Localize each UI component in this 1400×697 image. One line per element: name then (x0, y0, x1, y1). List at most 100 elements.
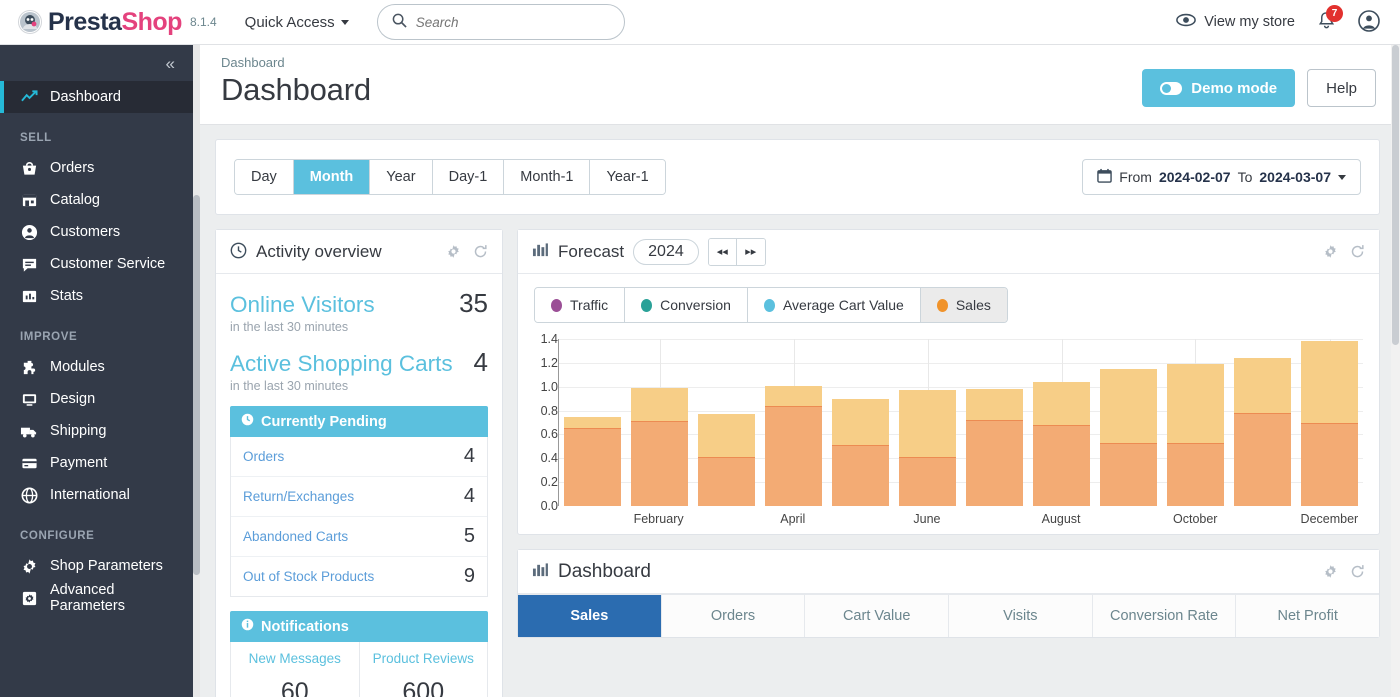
dashboard-panel-title: Dashboard (558, 561, 651, 583)
list-item[interactable]: New Messages 60 (231, 642, 360, 697)
main-scrollbar-thumb[interactable] (1392, 45, 1399, 345)
pending-label[interactable]: Out of Stock Products (243, 569, 374, 584)
demo-mode-toggle-button[interactable]: Demo mode (1142, 69, 1295, 107)
table-row[interactable]: Abandoned Carts 5 (231, 517, 487, 557)
help-button[interactable]: Help (1307, 69, 1376, 107)
top-navigation-bar: PrestaShop 8.1.4 Quick Access View my st… (0, 0, 1400, 45)
sidebar-item-customer-service[interactable]: Customer Service (0, 248, 193, 280)
sidebar-item-design[interactable]: Design (0, 383, 193, 415)
legend-item-average-cart-value[interactable]: Average Cart Value (748, 288, 921, 322)
search-input[interactable] (416, 15, 610, 30)
page-header-actions: Demo mode Help (1142, 69, 1376, 107)
chart-bar[interactable] (832, 399, 888, 506)
sidebar-item-advanced-parameters[interactable]: Advanced Parameters (0, 582, 193, 614)
search-icon (392, 13, 407, 31)
sidebar-item-payment[interactable]: Payment (0, 447, 193, 479)
sidebar-item-shop-parameters[interactable]: Shop Parameters (0, 550, 193, 582)
refresh-icon[interactable] (473, 244, 488, 259)
gear-box-icon (20, 590, 38, 607)
date-range-picker[interactable]: From 2024-02-07 To 2024-03-07 (1082, 159, 1361, 195)
active-carts-link[interactable]: Active Shopping Carts (230, 351, 453, 377)
chart-bar-base-segment (631, 421, 687, 506)
pending-label[interactable]: Return/Exchanges (243, 489, 354, 504)
chart-bar[interactable] (1167, 364, 1223, 506)
chart-bar[interactable] (631, 388, 687, 506)
date-preset-month-1[interactable]: Month-1 (504, 160, 590, 194)
sidebar-item-international[interactable]: International (0, 479, 193, 511)
legend-item-traffic[interactable]: Traffic (535, 288, 625, 322)
sidebar-item-modules[interactable]: Modules (0, 351, 193, 383)
tab-conversion-rate[interactable]: Conversion Rate (1093, 595, 1237, 637)
tab-cart-value[interactable]: Cart Value (805, 595, 949, 637)
legend-item-conversion[interactable]: Conversion (625, 288, 748, 322)
date-preset-year-1[interactable]: Year-1 (590, 160, 664, 194)
view-my-store-link[interactable]: View my store (1176, 13, 1295, 31)
sidebar-item-dashboard[interactable]: Dashboard (0, 81, 193, 113)
pending-label[interactable]: Orders (243, 449, 284, 464)
gear-icon[interactable] (446, 244, 461, 259)
sidebar-item-orders[interactable]: Orders (0, 152, 193, 184)
sidebar-item-catalog[interactable]: Catalog (0, 184, 193, 216)
gear-icon[interactable] (1323, 244, 1338, 259)
account-button[interactable] (1358, 10, 1380, 35)
table-row[interactable]: Out of Stock Products 9 (231, 557, 487, 596)
chart-bar[interactable] (1234, 358, 1290, 506)
tab-visits[interactable]: Visits (949, 595, 1093, 637)
notification-label[interactable]: New Messages (231, 651, 359, 666)
online-visitors-row: Online Visitors 35 (230, 288, 488, 319)
sidebar-item-customers[interactable]: Customers (0, 216, 193, 248)
main-scrollbar[interactable] (1391, 45, 1400, 697)
collapse-sidebar-button[interactable]: « (166, 55, 175, 72)
view-my-store-label: View my store (1204, 14, 1295, 30)
chart-bar[interactable] (1100, 369, 1156, 506)
tab-orders[interactable]: Orders (662, 595, 806, 637)
forecast-year-selector[interactable]: 2024 (633, 239, 699, 265)
breadcrumb: Dashboard (221, 55, 1378, 70)
previous-year-button[interactable]: ◂◂ (709, 239, 737, 265)
chart-bar[interactable] (765, 386, 821, 506)
refresh-icon[interactable] (1350, 564, 1365, 579)
pending-label[interactable]: Abandoned Carts (243, 529, 348, 544)
refresh-icon[interactable] (1350, 244, 1365, 259)
table-row[interactable]: Orders 4 (231, 437, 487, 477)
legend-item-sales[interactable]: Sales (921, 288, 1007, 322)
chart-bar[interactable] (966, 389, 1022, 506)
sidebar-item-stats[interactable]: Stats (0, 280, 193, 312)
chart-bar[interactable] (564, 417, 620, 506)
next-year-button[interactable]: ▸▸ (737, 239, 765, 265)
sidebar-scrollbar-thumb[interactable] (193, 195, 200, 575)
legend-dot-icon (937, 299, 948, 312)
clock-small-icon (241, 413, 254, 430)
bar-chart-icon (20, 288, 38, 305)
chart-bar[interactable] (1033, 382, 1089, 506)
tab-net-profit[interactable]: Net Profit (1236, 595, 1379, 637)
gear-icon[interactable] (1323, 564, 1338, 579)
online-visitors-link[interactable]: Online Visitors (230, 292, 375, 318)
date-preset-year[interactable]: Year (370, 160, 432, 194)
notifications-button[interactable]: 7 (1317, 11, 1336, 34)
list-item[interactable]: Product Reviews 600 (360, 642, 488, 697)
chart-bar[interactable] (1301, 341, 1357, 506)
table-row[interactable]: Return/Exchanges 4 (231, 477, 487, 517)
chart-bar-base-segment (966, 420, 1022, 506)
dashboard-tabs: SalesOrdersCart ValueVisitsConversion Ra… (518, 594, 1379, 637)
chart-bar-slot (827, 339, 894, 506)
notification-label[interactable]: Product Reviews (360, 651, 488, 666)
legend-label: Conversion (660, 297, 731, 313)
date-preset-month[interactable]: Month (294, 160, 370, 194)
sidebar-item-label: Orders (50, 160, 94, 176)
prestashop-logo-icon (18, 10, 42, 34)
prestashop-logo[interactable]: PrestaShop (18, 8, 182, 37)
chat-icon (20, 256, 38, 273)
date-preset-day-1[interactable]: Day-1 (433, 160, 505, 194)
sidebar-scrollbar[interactable] (193, 45, 200, 697)
tab-sales[interactable]: Sales (518, 595, 662, 637)
quick-access-menu[interactable]: Quick Access (245, 14, 349, 31)
search-box[interactable] (377, 4, 625, 40)
chart-bar-slot (1162, 339, 1229, 506)
date-range-panel: Day Month Year Day-1 Month-1 Year-1 From… (215, 139, 1380, 215)
date-preset-day[interactable]: Day (235, 160, 294, 194)
sidebar-item-shipping[interactable]: Shipping (0, 415, 193, 447)
chart-bar[interactable] (899, 390, 955, 506)
chart-bar[interactable] (698, 414, 754, 506)
